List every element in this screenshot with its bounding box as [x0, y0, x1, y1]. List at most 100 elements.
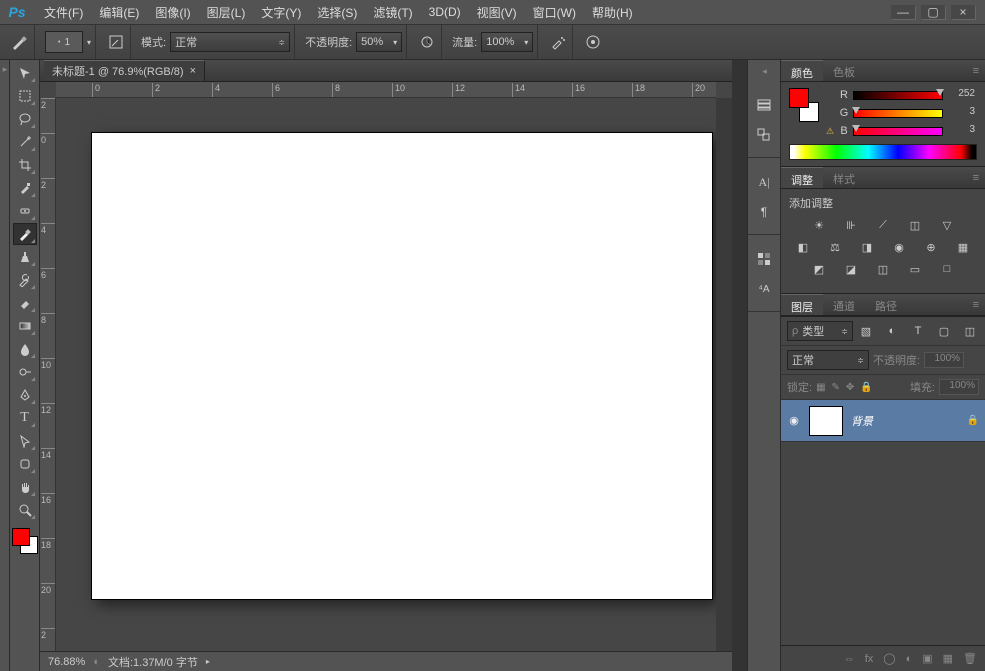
exposure-icon[interactable]: ◫	[906, 217, 924, 233]
photo-filter-icon[interactable]: ◉	[890, 239, 908, 255]
tab-layers[interactable]: 图层	[781, 294, 823, 315]
healing-tool[interactable]	[13, 200, 37, 222]
invert-icon[interactable]: ◩	[810, 261, 828, 277]
clone-stamp-tool[interactable]	[13, 246, 37, 268]
properties-panel-icon[interactable]	[752, 123, 776, 147]
gradient-tool[interactable]	[13, 315, 37, 337]
chevron-down-icon[interactable]: ▾	[87, 38, 91, 47]
delete-layer-icon[interactable]: 🗑	[963, 652, 977, 665]
history-brush-tool[interactable]	[13, 269, 37, 291]
ruler-horizontal[interactable]: 0 2 4 6 8 10 12 14 16 18 20	[56, 82, 716, 98]
zoom-tool[interactable]	[13, 499, 37, 521]
spectrum-ramp[interactable]	[789, 144, 977, 160]
flow-input[interactable]: 100%▾	[481, 32, 533, 52]
filter-pixel-icon[interactable]: ▧	[857, 323, 875, 339]
history-panel-icon[interactable]	[752, 93, 776, 117]
layer-opacity-input[interactable]: 100%	[924, 352, 964, 368]
r-slider[interactable]	[853, 91, 943, 100]
window-minimize-button[interactable]: —	[891, 5, 915, 19]
mini-bridge-panel-icon[interactable]	[752, 247, 776, 271]
hue-icon[interactable]: ◧	[794, 239, 812, 255]
menu-select[interactable]: 选择(S)	[309, 0, 365, 25]
tab-channels[interactable]: 通道	[823, 294, 865, 315]
mask-icon[interactable]: ◯	[883, 652, 895, 665]
layer-row[interactable]: ◉ 背景 🔒	[781, 400, 985, 442]
scrollbar-vertical[interactable]	[716, 98, 732, 651]
opacity-input[interactable]: 50%▾	[356, 32, 402, 52]
layer-filter-type[interactable]: ρ 类型 ≑	[787, 321, 853, 341]
window-maximize-button[interactable]: ▢	[921, 5, 945, 19]
lock-position-icon[interactable]: ✥	[846, 382, 854, 393]
menu-edit[interactable]: 编辑(E)	[91, 0, 147, 25]
link-layers-icon[interactable]: ⇔	[844, 653, 855, 665]
tab-color[interactable]: 颜色	[781, 60, 823, 81]
paragraph-panel-icon[interactable]: ¶	[752, 200, 776, 224]
filter-shape-icon[interactable]: ▢	[935, 323, 953, 339]
document-tab[interactable]: 未标题-1 @ 76.9%(RGB/8) ×	[44, 60, 205, 81]
tab-swatches[interactable]: 色板	[823, 60, 865, 81]
toolbox-handle[interactable]: ▸	[0, 60, 10, 671]
bw-icon[interactable]: ◨	[858, 239, 876, 255]
filter-smart-icon[interactable]: ◫	[961, 323, 979, 339]
glyphs-panel-icon[interactable]: ⁴A	[752, 277, 776, 301]
blend-mode-select[interactable]: 正常≑	[170, 32, 290, 52]
dock-handle[interactable]: ◂	[762, 66, 766, 77]
tab-styles[interactable]: 样式	[823, 167, 865, 188]
layer-name[interactable]: 背景	[851, 413, 873, 429]
threshold-icon[interactable]: ◫	[874, 261, 892, 277]
panel-color-swatches[interactable]	[789, 88, 819, 122]
eyedropper-tool[interactable]	[13, 177, 37, 199]
status-icon[interactable]: ◐	[93, 656, 100, 668]
document-tab-close-icon[interactable]: ×	[190, 65, 196, 77]
vibrance-icon[interactable]: ▽	[938, 217, 956, 233]
levels-icon[interactable]: ⊪	[842, 217, 860, 233]
type-tool[interactable]: T	[13, 407, 37, 429]
b-value[interactable]: 3	[947, 124, 977, 138]
visibility-toggle-icon[interactable]: ◉	[787, 414, 801, 427]
shape-tool[interactable]	[13, 453, 37, 475]
channel-mixer-icon[interactable]: ⊕	[922, 239, 940, 255]
window-close-button[interactable]: ×	[951, 5, 975, 19]
pressure-size-icon[interactable]	[583, 32, 603, 52]
brush-panel-toggle-icon[interactable]	[106, 32, 126, 52]
brush-tool[interactable]	[13, 223, 37, 245]
selective-color-icon[interactable]: □	[938, 261, 956, 277]
menu-filter[interactable]: 滤镜(T)	[365, 0, 420, 25]
panel-menu-icon[interactable]: ≡	[967, 167, 985, 188]
menu-window[interactable]: 窗口(W)	[525, 0, 584, 25]
lookup-icon[interactable]: ▦	[954, 239, 972, 255]
layer-fill-input[interactable]: 100%	[939, 379, 979, 395]
brush-tool-icon[interactable]	[10, 32, 30, 52]
character-panel-icon[interactable]: A|	[752, 170, 776, 194]
chevron-right-icon[interactable]: ▸	[206, 657, 210, 666]
doc-info[interactable]: 文档:1.37M/0 字节	[108, 654, 198, 670]
lock-transparency-icon[interactable]: ▦	[816, 382, 825, 393]
magic-wand-tool[interactable]	[13, 131, 37, 153]
menu-view[interactable]: 视图(V)	[469, 0, 525, 25]
move-tool[interactable]	[13, 62, 37, 84]
lock-all-icon[interactable]: 🔒	[860, 382, 872, 393]
panel-menu-icon[interactable]: ≡	[967, 294, 985, 315]
crop-tool[interactable]	[13, 154, 37, 176]
filter-type-icon[interactable]: T	[909, 323, 927, 339]
brush-size-input[interactable]: • 1	[45, 31, 83, 53]
zoom-status[interactable]: 76.88%	[48, 656, 85, 668]
canvas[interactable]	[92, 133, 712, 599]
gradient-map-icon[interactable]: ▭	[906, 261, 924, 277]
foreground-color-swatch[interactable]	[12, 528, 30, 546]
g-slider[interactable]	[853, 109, 943, 118]
b-slider[interactable]	[853, 127, 943, 136]
menu-image[interactable]: 图像(I)	[147, 0, 198, 25]
fx-icon[interactable]: fx	[865, 653, 874, 665]
lock-paint-icon[interactable]: ✎	[832, 382, 840, 393]
balance-icon[interactable]: ⚖	[826, 239, 844, 255]
dodge-tool[interactable]	[13, 361, 37, 383]
ruler-vertical[interactable]: 2 0 2 4 6 8 10 12 14 16 18 20 2	[40, 98, 56, 651]
brightness-icon[interactable]: ☀	[810, 217, 828, 233]
new-layer-icon[interactable]: ▦	[943, 652, 953, 665]
lasso-tool[interactable]	[13, 108, 37, 130]
r-value[interactable]: 252	[947, 88, 977, 102]
panel-fg-swatch[interactable]	[789, 88, 809, 108]
eraser-tool[interactable]	[13, 292, 37, 314]
menu-help[interactable]: 帮助(H)	[584, 0, 641, 25]
